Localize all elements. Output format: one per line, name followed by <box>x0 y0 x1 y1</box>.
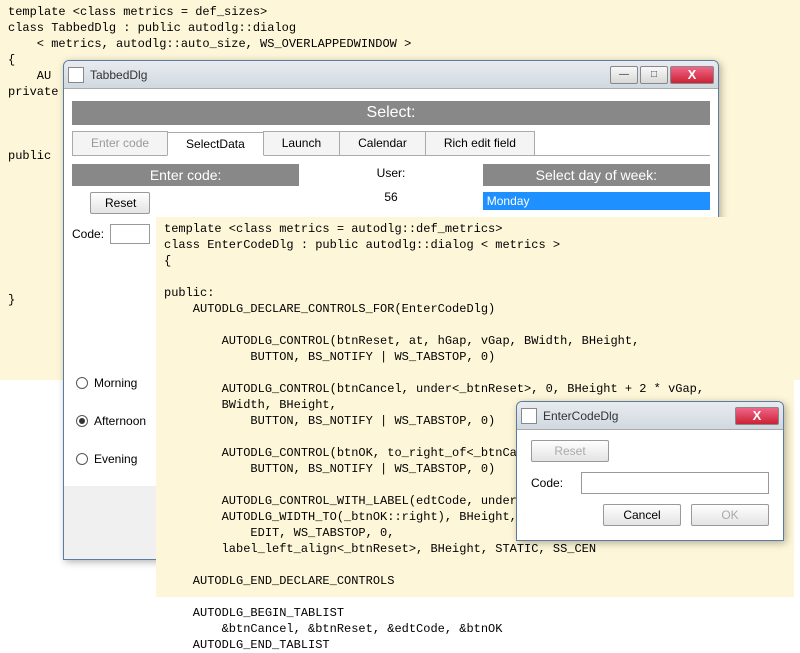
entercodedlg-window: EnterCodeDlg X Reset Code: Cancel OK <box>516 401 784 541</box>
code-label: Code: <box>531 476 573 490</box>
tab-enter-code[interactable]: Enter code <box>72 131 168 155</box>
enter-code-header: Enter code: <box>72 164 299 186</box>
day-selected[interactable]: Monday <box>483 192 710 210</box>
app-icon <box>521 408 537 424</box>
reset-button-tabbed[interactable]: Reset <box>90 192 150 214</box>
code-label-tabbed: Code: <box>72 227 104 241</box>
radio-icon <box>76 377 88 389</box>
reset-button[interactable]: Reset <box>531 440 609 462</box>
user-value: 56 <box>315 190 467 204</box>
tab-strip: Enter code SelectData Launch Calendar Ri… <box>72 131 710 156</box>
app-icon <box>68 67 84 83</box>
entercodedlg-titlebar[interactable]: EnterCodeDlg X <box>517 402 783 430</box>
user-label: User: <box>315 166 467 180</box>
tab-calendar[interactable]: Calendar <box>339 131 426 155</box>
entercodedlg-title: EnterCodeDlg <box>543 409 735 423</box>
radio-icon <box>76 415 88 427</box>
tabbeddlg-titlebar[interactable]: TabbedDlg — □ X <box>64 61 718 89</box>
select-header: Select: <box>72 101 710 125</box>
code-input-tabbed[interactable] <box>110 224 150 244</box>
minimize-button[interactable]: — <box>610 66 638 84</box>
radio-icon <box>76 453 88 465</box>
code-input[interactable] <box>581 472 769 494</box>
day-header: Select day of week: <box>483 164 710 186</box>
ok-button[interactable]: OK <box>691 504 769 526</box>
maximize-button[interactable]: □ <box>640 66 668 84</box>
tab-launch[interactable]: Launch <box>263 131 340 155</box>
cancel-button[interactable]: Cancel <box>603 504 681 526</box>
close-button[interactable]: X <box>670 66 714 84</box>
tab-rich-edit[interactable]: Rich edit field <box>425 131 535 155</box>
tab-selectdata[interactable]: SelectData <box>167 132 264 156</box>
tabbeddlg-title: TabbedDlg <box>90 68 610 82</box>
close-button[interactable]: X <box>735 407 779 425</box>
